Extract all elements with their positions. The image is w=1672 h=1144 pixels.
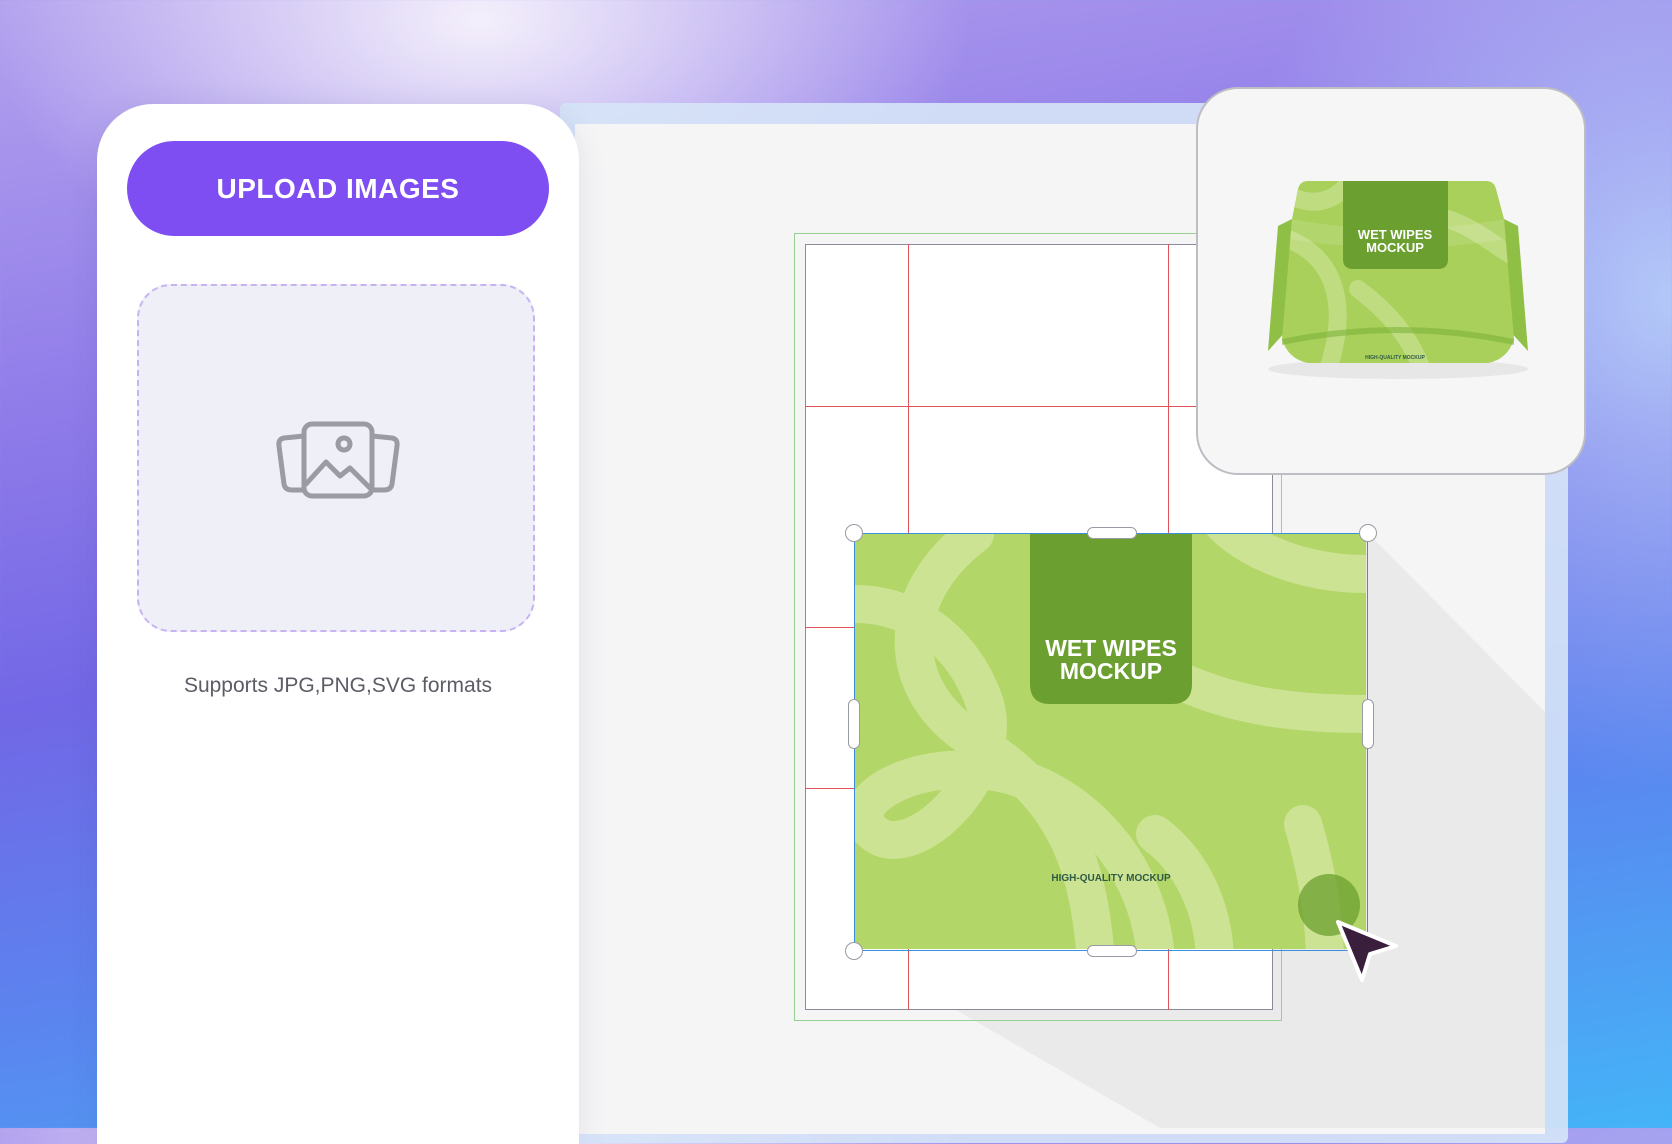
artwork-label-line2: MOCKUP — [1060, 658, 1162, 684]
mockup-preview-card: WET WIPES MOCKUP HIGH-QUALITY MOCKUP — [1196, 87, 1586, 475]
resize-handle-left[interactable] — [848, 699, 860, 749]
image-dropzone[interactable] — [137, 284, 535, 632]
artwork-tagline: HIGH-QUALITY MOCKUP — [1051, 873, 1171, 884]
resize-handle-top-right[interactable] — [1359, 524, 1377, 542]
preview-label-line2: MOCKUP — [1366, 240, 1424, 255]
selected-artwork[interactable]: WET WIPES MOCKUP HIGH-QUALITY MOCKUP — [845, 524, 1377, 960]
upload-images-button[interactable]: UPLOAD IMAGES — [127, 141, 549, 236]
resize-handle-bottom[interactable] — [1087, 945, 1137, 957]
supported-formats-note: Supports JPG,PNG,SVG formats — [183, 674, 493, 697]
pointer-cursor-icon — [1336, 920, 1398, 982]
resize-handle-top[interactable] — [1087, 527, 1137, 539]
upload-panel: UPLOAD IMAGES Supports JPG,PNG,SVG forma… — [97, 104, 579, 1144]
preview-tagline: HIGH-QUALITY MOCKUP — [1365, 355, 1425, 361]
resize-handle-bottom-left[interactable] — [845, 942, 863, 960]
wet-wipes-artwork: WET WIPES MOCKUP HIGH-QUALITY MOCKUP — [855, 534, 1366, 949]
resize-handle-top-left[interactable] — [845, 524, 863, 542]
resize-handle-right[interactable] — [1362, 699, 1374, 749]
images-icon — [276, 421, 400, 499]
wet-wipes-package-preview: WET WIPES MOCKUP HIGH-QUALITY MOCKUP — [1268, 181, 1528, 379]
